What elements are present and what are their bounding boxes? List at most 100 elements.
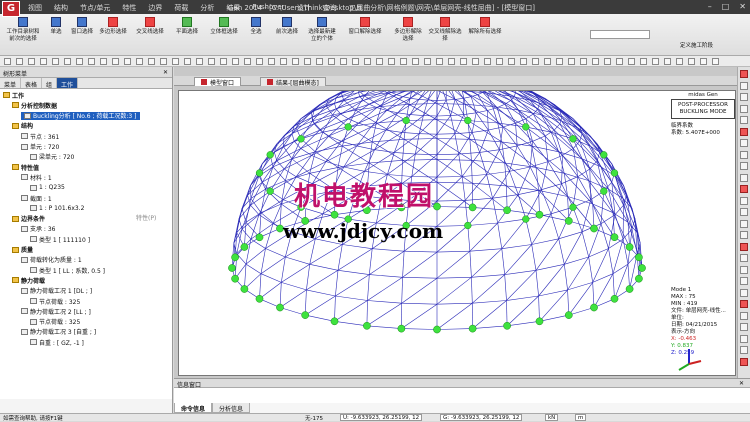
view-tool-icon[interactable] (740, 208, 748, 216)
tree-item[interactable]: 自重 : [ GZ, -1 ] (30, 338, 84, 346)
menu-item[interactable]: 分析 (200, 3, 214, 13)
tab-0[interactable]: 菜单 (0, 78, 21, 88)
menu-item[interactable]: 视图 (28, 3, 42, 13)
tool-icon[interactable] (160, 58, 167, 65)
tree-item[interactable]: 支承 : 36 (21, 225, 55, 233)
tree-item[interactable]: 节点荷载 : 325 (30, 297, 80, 305)
ribbon-button[interactable]: 多边形选择 (96, 17, 130, 36)
tool-icon[interactable] (604, 58, 611, 65)
view-tool-icon[interactable] (740, 70, 748, 78)
menu-item[interactable]: 特性 (122, 3, 136, 13)
tool-icon[interactable] (412, 58, 419, 65)
tool-icon[interactable] (208, 58, 215, 65)
tool-icon[interactable] (256, 58, 263, 65)
tree-item[interactable]: 分析控制数据 (12, 101, 57, 109)
ribbon-button[interactable]: 前次选择 (270, 17, 304, 36)
tool-icon[interactable] (484, 58, 491, 65)
tool-icon[interactable] (304, 58, 311, 65)
close-icon[interactable]: ✕ (739, 380, 744, 387)
menu-item[interactable]: 结构 (54, 3, 68, 13)
ribbon-button[interactable]: 交叉线选择 (132, 17, 168, 36)
ribbon-button[interactable]: 选择最新建立的个体 (306, 17, 338, 43)
tool-icon[interactable] (556, 58, 563, 65)
view-tool-icon[interactable] (740, 185, 748, 193)
tool-icon[interactable] (628, 58, 635, 65)
tool-icon[interactable] (496, 58, 503, 65)
ribbon-button[interactable]: 平面选择 (170, 17, 204, 36)
tool-icon[interactable] (616, 58, 623, 65)
length-unit[interactable]: m (575, 414, 586, 421)
tool-icon[interactable] (328, 58, 335, 65)
tool-icon[interactable] (316, 58, 323, 65)
tree-item[interactable]: 节点 : 361 (21, 132, 59, 140)
tool-icon[interactable] (352, 58, 359, 65)
ribbon-button[interactable]: 工作目录树和前次的选择 (4, 17, 42, 43)
tool-icon[interactable] (124, 58, 131, 65)
view-tool-icon[interactable] (740, 162, 748, 170)
tool-icon[interactable] (52, 58, 59, 65)
tool-icon[interactable] (448, 58, 455, 65)
ribbon-button[interactable]: 解除所有选择 (466, 17, 504, 36)
tool-icon[interactable] (40, 58, 47, 65)
view-tool-icon[interactable] (740, 346, 748, 354)
tool-icon[interactable] (136, 58, 143, 65)
view-tool-icon[interactable] (740, 289, 748, 297)
tree-item[interactable]: 梁单元 : 720 (30, 153, 74, 161)
tool-icon[interactable] (664, 58, 671, 65)
tree-item[interactable]: 类型 1 [ 111110 ] (30, 235, 90, 243)
tab-2[interactable]: 组 (42, 78, 57, 88)
tool-icon[interactable] (364, 58, 371, 65)
tool-icon[interactable] (232, 58, 239, 65)
tool-icon[interactable] (700, 58, 707, 65)
view-tool-icon[interactable] (740, 105, 748, 113)
doc-tab-0[interactable]: 模型窗口 (194, 77, 241, 86)
message-body[interactable] (174, 388, 750, 403)
menu-item[interactable]: 荷载 (174, 3, 188, 13)
menu-item[interactable]: 节点/单元 (80, 3, 110, 13)
tool-icon[interactable] (532, 58, 539, 65)
tree-item[interactable]: 边界条件 (12, 215, 45, 223)
tool-icon[interactable] (64, 58, 71, 65)
tool-icon[interactable] (508, 58, 515, 65)
tool-icon[interactable] (16, 58, 23, 65)
tool-icon[interactable] (712, 58, 719, 65)
ribbon-button[interactable]: 多边形解除选择 (392, 17, 424, 43)
ribbon-button[interactable]: 全选 (244, 17, 268, 36)
tool-icon[interactable] (676, 58, 683, 65)
close-icon[interactable]: ✕ (739, 2, 746, 11)
tool-icon[interactable] (376, 58, 383, 65)
view-tool-icon[interactable] (740, 277, 748, 285)
view-tool-icon[interactable] (740, 128, 748, 136)
tree-item[interactable]: Buckling分析 [ No.6 ; 荷载工况数:3 ] (21, 112, 140, 120)
tool-icon[interactable] (280, 58, 287, 65)
view-tool-icon[interactable] (740, 197, 748, 205)
tool-icon[interactable] (76, 58, 83, 65)
tree-item[interactable]: 静力荷载工况 1 [DL ; ] (21, 287, 92, 295)
close-icon[interactable]: ✕ (163, 69, 168, 76)
tab-1[interactable]: 表格 (21, 78, 42, 88)
message-tab-1[interactable]: 分析信息 (212, 403, 250, 413)
tool-icon[interactable] (340, 58, 347, 65)
tree-item[interactable]: 静力荷载 (12, 276, 45, 284)
tree-item[interactable]: 节点荷载 : 325 (30, 318, 80, 326)
tool-icon[interactable] (148, 58, 155, 65)
force-unit[interactable]: kN (545, 414, 558, 421)
tool-icon[interactable] (196, 58, 203, 65)
minimize-icon[interactable]: – (708, 2, 712, 11)
view-tool-icon[interactable] (740, 93, 748, 101)
tool-icon[interactable] (640, 58, 647, 65)
tree-item[interactable]: 截面 : 1 (21, 194, 52, 202)
tool-icon[interactable] (28, 58, 35, 65)
tool-icon[interactable] (388, 58, 395, 65)
tree-item[interactable]: 荷载转化为质量 : 1 (21, 256, 82, 264)
ribbon-button[interactable]: 交叉线解除选择 (426, 17, 464, 43)
tree-item[interactable]: 特性值 (12, 163, 39, 171)
tree-item[interactable]: 类型 1 [ LL ; 系数, 0.5 ] (30, 266, 105, 274)
tool-icon[interactable] (172, 58, 179, 65)
tree-item[interactable]: 静力荷载工况 3 [自重 ; ] (21, 328, 96, 336)
view-tool-icon[interactable] (740, 174, 748, 182)
tab-3[interactable]: 工作 (57, 78, 78, 88)
tree-item[interactable]: 1 : Q235 (30, 184, 65, 192)
view-tool-icon[interactable] (740, 300, 748, 308)
tool-icon[interactable] (460, 58, 467, 65)
